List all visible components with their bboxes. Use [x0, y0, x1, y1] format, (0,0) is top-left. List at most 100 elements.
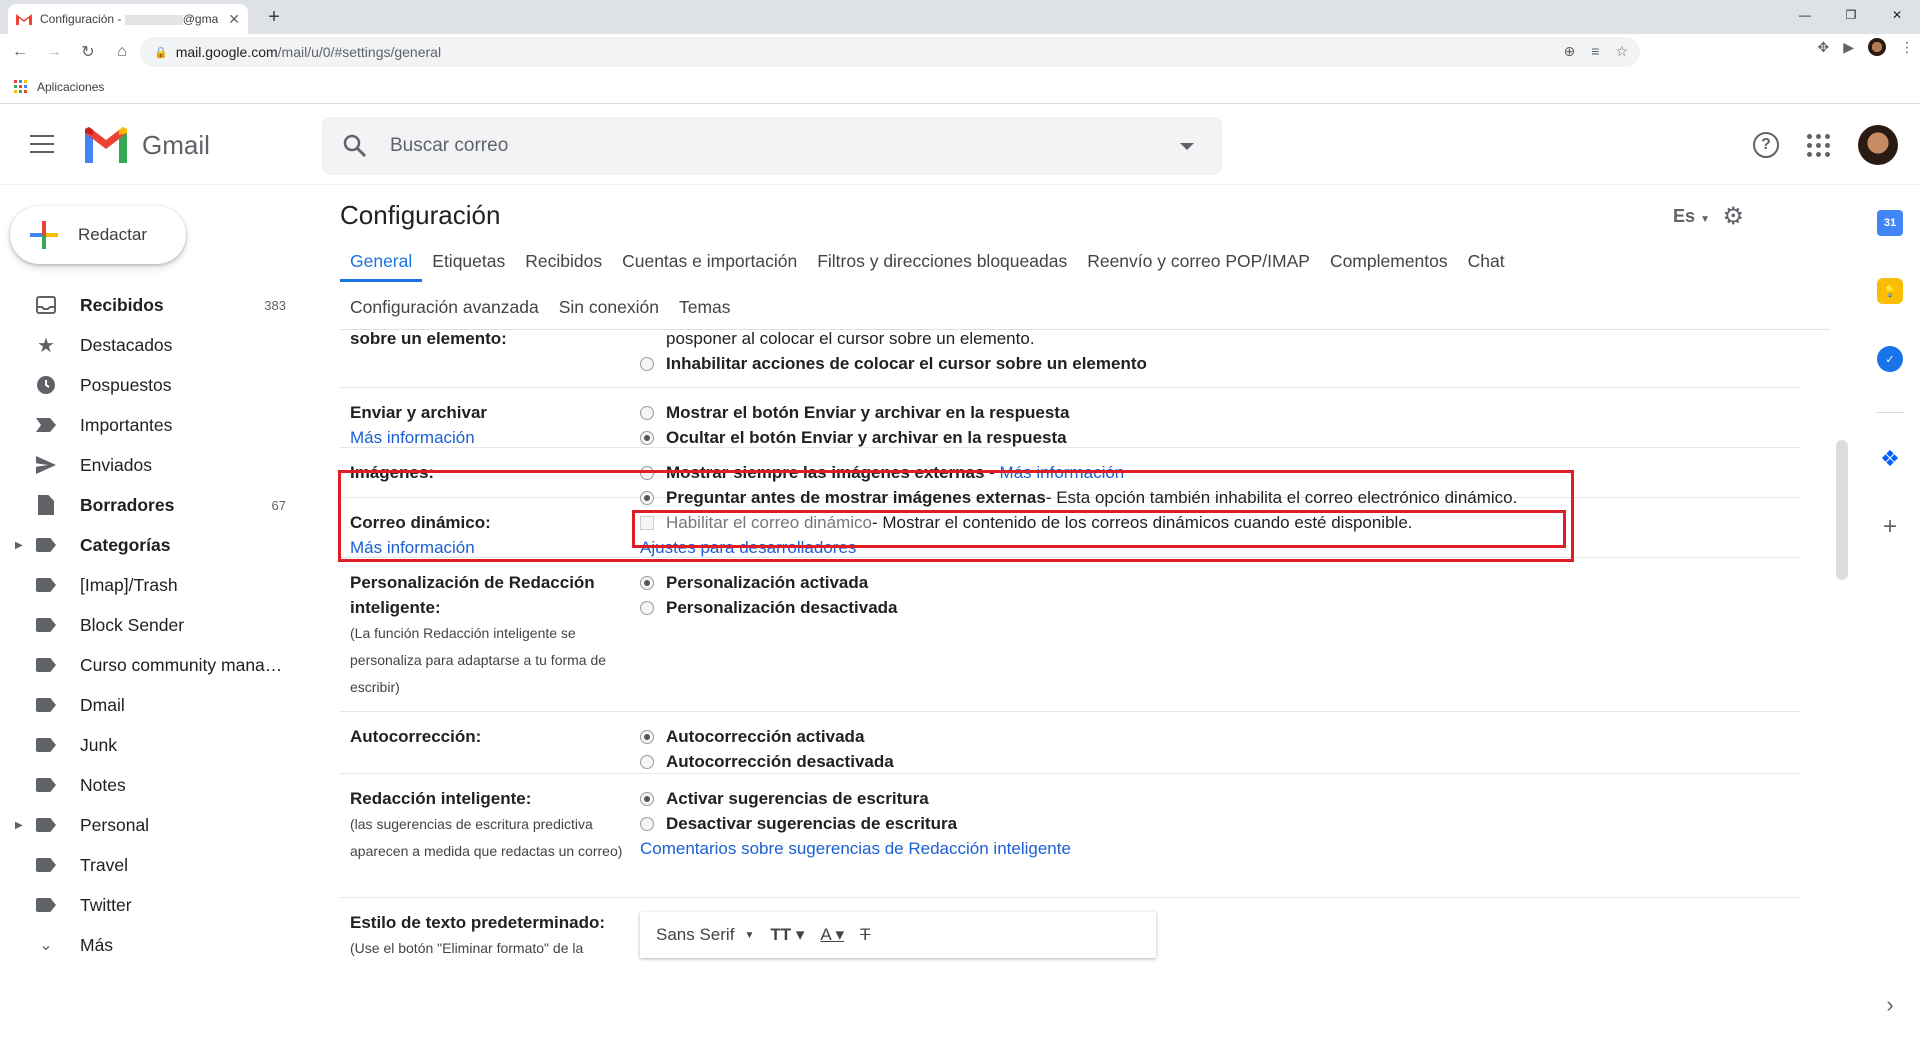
minimize-button[interactable]: —: [1782, 0, 1828, 30]
option-autocorrect-off[interactable]: Autocorrección desactivada: [640, 749, 894, 774]
tab-sin-conexion[interactable]: Sin conexión: [549, 286, 669, 330]
tab-cuentas[interactable]: Cuentas e importación: [612, 236, 807, 282]
apps-icon[interactable]: [14, 80, 27, 93]
sidebar-item-mas[interactable]: ⌄ Más: [0, 925, 300, 965]
tab-temas[interactable]: Temas: [669, 286, 741, 330]
zoom-icon[interactable]: ⊕: [1564, 43, 1576, 60]
search-icon[interactable]: [342, 133, 368, 159]
radio-button-selected[interactable]: [640, 575, 654, 590]
label-icon: [34, 895, 58, 915]
bookmarks-bar: Aplicaciones: [0, 70, 1920, 104]
sidebar-item-borradores[interactable]: Borradores 67: [0, 485, 300, 525]
option-hover-disable[interactable]: Inhabilitar acciones de colocar el curso…: [640, 351, 1147, 376]
more-info-link[interactable]: Más información: [350, 425, 487, 450]
option-show-send-archive[interactable]: Mostrar el botón Enviar y archivar en la…: [640, 400, 1069, 425]
media-icon[interactable]: ▶: [1843, 39, 1854, 56]
keep-icon[interactable]: 💡: [1877, 278, 1903, 304]
bookmark-star-icon[interactable]: ☆: [1615, 43, 1628, 60]
radio-button[interactable]: [640, 600, 654, 615]
sidebar-item-notes[interactable]: Notes: [0, 765, 300, 805]
extensions-icon[interactable]: ✥: [1817, 39, 1829, 56]
menu-icon[interactable]: ⋮: [1900, 39, 1914, 56]
setting-row-hover: sobre un elemento: posponer al colocar e…: [340, 329, 1800, 388]
apps-bookmark[interactable]: Aplicaciones: [37, 80, 104, 94]
main-menu-icon[interactable]: [30, 135, 54, 153]
search-input[interactable]: Buscar correo: [390, 135, 1180, 157]
sidebar-item-block-sender[interactable]: Block Sender: [0, 605, 300, 645]
gmail-logo[interactable]: Gmail: [82, 127, 210, 163]
tab-chat[interactable]: Chat: [1458, 236, 1515, 282]
sidebar-item-recibidos[interactable]: Recibidos 383: [0, 285, 300, 325]
close-tab-icon[interactable]: ✕: [228, 11, 240, 28]
tasks-icon[interactable]: ✓: [1877, 346, 1903, 372]
option-smart-compose-on[interactable]: Activar sugerencias de escritura: [640, 786, 929, 811]
tab-recibidos[interactable]: Recibidos: [515, 236, 612, 282]
tab-filtros[interactable]: Filtros y direcciones bloqueadas: [807, 236, 1077, 282]
restore-button[interactable]: ❐: [1828, 0, 1874, 30]
tab-reenvio[interactable]: Reenvío y correo POP/IMAP: [1077, 236, 1320, 282]
tab-avanzada[interactable]: Configuración avanzada: [340, 286, 549, 330]
font-dropdown-icon[interactable]: ▼: [744, 930, 754, 941]
radio-button[interactable]: [640, 754, 654, 769]
browser-tab[interactable]: Configuración - @gma ✕: [8, 4, 248, 34]
radio-button[interactable]: [640, 356, 654, 371]
sidebar-item-junk[interactable]: Junk: [0, 725, 300, 765]
tab-general[interactable]: General: [340, 236, 423, 282]
option-hide-send-archive[interactable]: Ocultar el botón Enviar y archivar en la…: [640, 425, 1067, 450]
compose-button[interactable]: Redactar: [10, 206, 186, 264]
search-options-icon[interactable]: [1180, 142, 1194, 150]
home-button[interactable]: ⌂: [108, 38, 136, 66]
tab-complementos[interactable]: Complementos: [1320, 236, 1458, 282]
sidebar-item-twitter[interactable]: Twitter: [0, 885, 300, 925]
expand-arrow-icon[interactable]: ▶: [15, 540, 23, 551]
calendar-icon[interactable]: 31: [1877, 210, 1903, 236]
font-family-select[interactable]: Sans Serif: [656, 925, 734, 945]
setting-row-text-style: Estilo de texto predeterminado: (Use el b…: [340, 898, 1800, 978]
sidebar-item-importantes[interactable]: Importantes: [0, 405, 300, 445]
text-color-icon[interactable]: A ▾: [820, 925, 844, 945]
sidebar-item-enviados[interactable]: Enviados: [0, 445, 300, 485]
profile-avatar-small[interactable]: [1868, 38, 1886, 56]
sidebar-item-personal[interactable]: ▶ Personal: [0, 805, 300, 845]
help-icon[interactable]: ?: [1753, 132, 1779, 158]
option-personalization-off[interactable]: Personalización desactivada: [640, 595, 898, 620]
remove-formatting-icon[interactable]: T: [860, 925, 870, 945]
search-bar[interactable]: Buscar correo: [322, 117, 1222, 175]
forward-button[interactable]: →: [40, 38, 68, 66]
radio-button-selected[interactable]: [640, 729, 654, 744]
radio-button[interactable]: [640, 405, 654, 420]
add-addon-icon[interactable]: +: [1877, 513, 1903, 540]
tab-title: Configuración - @gma: [40, 12, 219, 26]
expand-arrow-icon[interactable]: ▶: [15, 820, 23, 831]
sidebar-item-curso[interactable]: Curso community mana…: [0, 645, 300, 685]
chevron-right-icon[interactable]: ›: [1877, 992, 1903, 1018]
label-icon: [34, 575, 58, 595]
option-personalization-on[interactable]: Personalización activada: [640, 570, 868, 595]
radio-button-selected[interactable]: [640, 791, 654, 806]
sidebar-item-travel[interactable]: Travel: [0, 845, 300, 885]
option-autocorrect-on[interactable]: Autocorrección activada: [640, 724, 864, 749]
reload-button[interactable]: ↻: [74, 38, 102, 66]
sidebar-item-destacados[interactable]: ★ Destacados: [0, 325, 300, 365]
tab-etiquetas[interactable]: Etiquetas: [422, 236, 515, 282]
sidebar-item-imap-trash[interactable]: [Imap]/Trash: [0, 565, 300, 605]
dropbox-icon[interactable]: ❖: [1877, 446, 1903, 472]
account-avatar[interactable]: [1858, 125, 1898, 165]
sidebar-item-dmail[interactable]: Dmail: [0, 685, 300, 725]
new-tab-button[interactable]: +: [262, 6, 286, 29]
back-button[interactable]: ←: [6, 38, 34, 66]
option-smart-compose-off[interactable]: Desactivar sugerencias de escritura: [640, 811, 957, 836]
close-window-button[interactable]: ✕: [1874, 0, 1920, 30]
gear-icon[interactable]: ⚙: [1722, 202, 1744, 231]
reader-icon[interactable]: ≡: [1591, 43, 1599, 60]
input-tools-button[interactable]: Es ▼: [1673, 206, 1710, 227]
smart-compose-feedback-link[interactable]: Comentarios sobre sugerencias de Redacci…: [640, 836, 1071, 861]
radio-button[interactable]: [640, 816, 654, 831]
address-bar[interactable]: 🔒 mail.google.com/mail/u/0/#settings/gen…: [140, 37, 1640, 67]
google-apps-icon[interactable]: [1807, 133, 1830, 157]
sidebar-item-categorias[interactable]: ▶ Categorías: [0, 525, 300, 565]
highlight-box-ask-option: [632, 510, 1566, 548]
sidebar-item-pospuestos[interactable]: Pospuestos: [0, 365, 300, 405]
font-size-icon[interactable]: TT ▾: [770, 925, 804, 945]
radio-button-selected[interactable]: [640, 430, 654, 445]
